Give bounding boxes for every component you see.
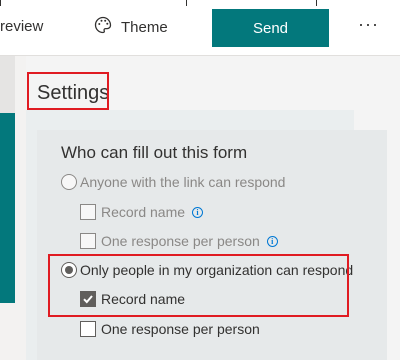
checkbox-label: One response per person — [101, 233, 260, 249]
more-options-icon[interactable]: ··· — [358, 14, 379, 35]
form-preview-theme-strip — [0, 113, 15, 303]
toolbar-divider — [186, 0, 187, 6]
toolbar-divider — [0, 0, 1, 6]
checkbox[interactable] — [80, 233, 96, 249]
organization-option-highlight — [48, 254, 349, 317]
toolbar-divider — [316, 0, 317, 6]
checkbox-org-one-response[interactable]: One response per person — [80, 321, 260, 337]
palette-icon — [93, 15, 113, 39]
checkbox-label: One response per person — [101, 321, 260, 337]
radio-button[interactable] — [61, 174, 77, 190]
theme-button[interactable]: Theme — [93, 15, 168, 39]
form-preview-header — [0, 56, 15, 113]
radio-label: Anyone with the link can respond — [80, 174, 286, 190]
checkbox-anyone-record-name[interactable]: Record name i — [80, 204, 204, 220]
checkbox[interactable] — [80, 204, 96, 220]
preview-button[interactable]: review — [0, 18, 43, 35]
info-icon[interactable]: i — [266, 235, 278, 247]
who-can-fill-heading: Who can fill out this form — [61, 143, 248, 162]
toolbar: review Theme Send ··· — [0, 0, 400, 56]
send-button[interactable]: Send — [212, 9, 329, 47]
radio-anyone-with-link[interactable]: Anyone with the link can respond — [61, 174, 285, 190]
checkbox-label: Record name — [101, 204, 186, 220]
checkbox-anyone-one-response[interactable]: One response per person i — [80, 233, 278, 249]
info-icon[interactable]: i — [192, 206, 204, 218]
settings-title-highlight — [27, 72, 109, 110]
theme-label: Theme — [121, 18, 168, 36]
checkbox[interactable] — [80, 321, 96, 337]
